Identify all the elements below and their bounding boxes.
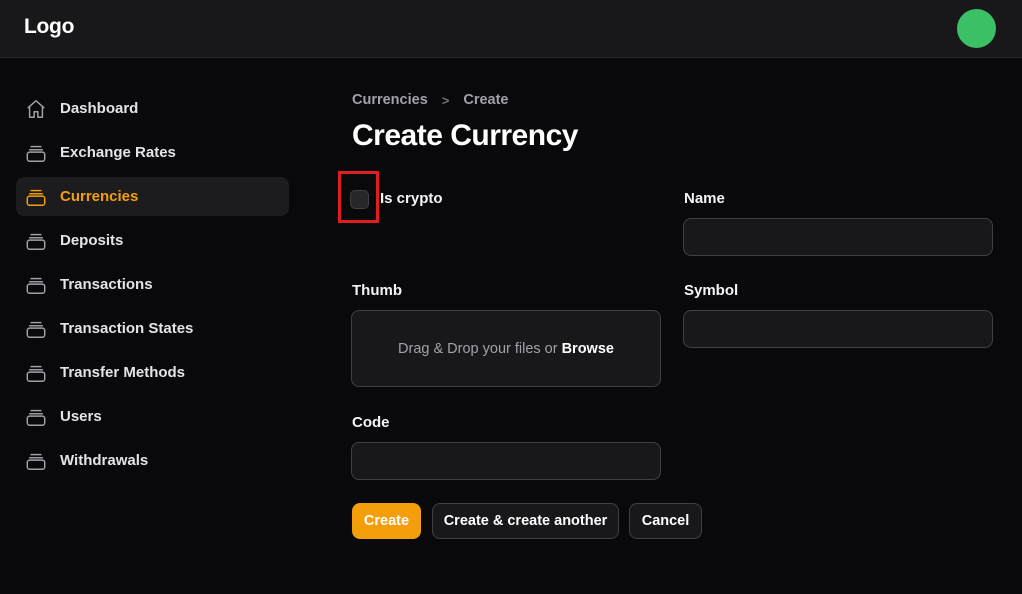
breadcrumb-link-currencies[interactable]: Currencies (352, 92, 428, 108)
thumb-dropzone[interactable]: Drag & Drop your files or Browse (351, 310, 661, 387)
user-avatar[interactable] (957, 9, 996, 48)
name-label: Name (684, 190, 725, 207)
sidebar-item-transfer-methods[interactable]: Transfer Methods (16, 353, 289, 392)
sidebar-item-label: Transfer Methods (60, 364, 186, 381)
thumb-label: Thumb (352, 282, 402, 299)
stack-icon (25, 362, 47, 384)
stack-icon (25, 274, 47, 296)
is-crypto-label[interactable]: Is crypto (380, 190, 443, 207)
stack-icon (25, 406, 47, 428)
is-crypto-checkbox[interactable] (350, 190, 369, 209)
sidebar-item-users[interactable]: Users (16, 397, 289, 436)
sidebar-item-exchange-rates[interactable]: Exchange Rates (16, 133, 289, 172)
symbol-input[interactable] (683, 310, 993, 348)
sidebar-item-label: Deposits (60, 232, 124, 249)
symbol-label: Symbol (684, 282, 739, 299)
logo[interactable]: Logo (24, 15, 74, 39)
sidebar: Dashboard Exchange Rates Currencies Depo… (16, 89, 289, 485)
sidebar-item-transactions[interactable]: Transactions (16, 265, 289, 304)
browse-link[interactable]: Browse (562, 341, 614, 357)
page-title: Create Currency (352, 119, 578, 152)
sidebar-item-currencies[interactable]: Currencies (16, 177, 289, 216)
breadcrumb: Currencies > Create (352, 92, 509, 108)
sidebar-item-withdrawals[interactable]: Withdrawals (16, 441, 289, 480)
chevron-right-icon: > (441, 92, 450, 108)
stack-icon (25, 142, 47, 164)
stack-icon (25, 450, 47, 472)
sidebar-item-label: Dashboard (60, 100, 139, 117)
create-button[interactable]: Create (352, 503, 421, 539)
code-label: Code (352, 414, 390, 431)
sidebar-item-label: Exchange Rates (60, 144, 176, 161)
stack-icon (25, 186, 47, 208)
sidebar-item-dashboard[interactable]: Dashboard (16, 89, 289, 128)
dropzone-text: Drag & Drop your files or (398, 340, 558, 357)
sidebar-item-label: Transaction States (60, 320, 194, 337)
stack-icon (25, 318, 47, 340)
sidebar-item-deposits[interactable]: Deposits (16, 221, 289, 260)
cancel-button[interactable]: Cancel (629, 503, 702, 539)
sidebar-item-label: Users (60, 408, 102, 425)
code-input[interactable] (351, 442, 661, 480)
stack-icon (25, 230, 47, 252)
sidebar-item-transaction-states[interactable]: Transaction States (16, 309, 289, 348)
breadcrumb-current: Create (463, 92, 509, 108)
sidebar-item-label: Transactions (60, 276, 153, 293)
home-icon (25, 98, 47, 120)
name-input[interactable] (683, 218, 993, 256)
sidebar-item-label: Withdrawals (60, 452, 149, 469)
create-another-button[interactable]: Create & create another (432, 503, 619, 539)
sidebar-item-label: Currencies (60, 188, 139, 205)
top-bar: Logo (0, 0, 1022, 58)
